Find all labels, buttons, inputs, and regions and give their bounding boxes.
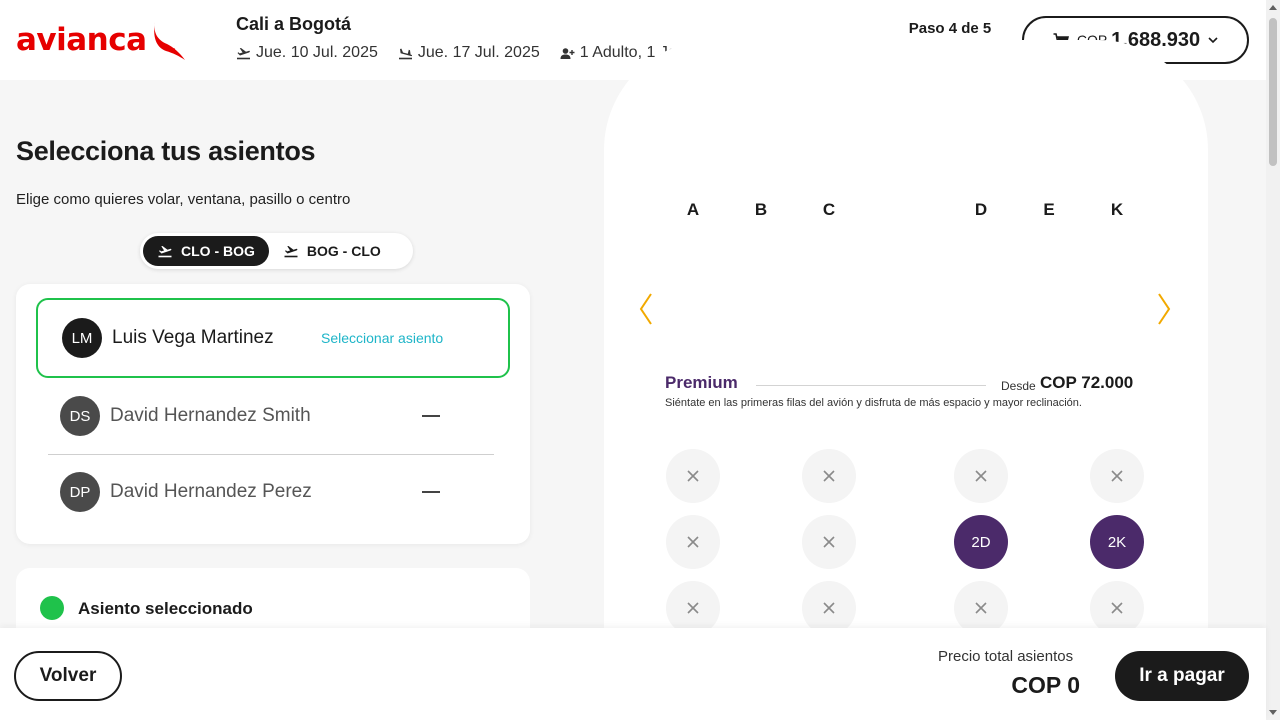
close-icon bbox=[975, 470, 987, 482]
scroll-up-arrow[interactable] bbox=[1269, 5, 1277, 10]
avatar: LM bbox=[62, 318, 102, 358]
pay-button[interactable]: Ir a pagar bbox=[1115, 651, 1249, 701]
bird-logo-icon bbox=[153, 22, 185, 60]
departure-date-item: Jue. 10 Jul. 2025 bbox=[236, 44, 378, 62]
seat-unavailable bbox=[802, 515, 856, 569]
avatar: DP bbox=[60, 472, 100, 512]
divider bbox=[48, 454, 494, 455]
scroll-right-button[interactable] bbox=[1157, 292, 1171, 331]
seat-unavailable bbox=[666, 581, 720, 635]
passenger-item-active[interactable]: LM Luis Vega Martinez Seleccionar asient… bbox=[36, 298, 510, 378]
seat-column-label: E bbox=[1043, 200, 1055, 219]
seat-available[interactable]: 2D bbox=[954, 515, 1008, 569]
total-seats-amount: COP 0 bbox=[1011, 672, 1080, 698]
select-seat-link[interactable]: Seleccionar asiento bbox=[321, 330, 443, 346]
close-icon bbox=[1111, 602, 1123, 614]
page-subtitle: Elige como quieres volar, ventana, pasil… bbox=[16, 191, 351, 208]
selected-seat-dot bbox=[40, 596, 64, 620]
departure-date: Jue. 10 Jul. 2025 bbox=[256, 44, 378, 61]
logo-text: avianca bbox=[16, 22, 147, 58]
close-icon bbox=[823, 536, 835, 548]
passenger-name: Luis Vega Martinez bbox=[112, 327, 274, 348]
plane-landing-icon bbox=[398, 48, 412, 59]
no-seat-dash bbox=[422, 415, 440, 417]
flight-leg-selector: CLO - BOG BOG - CLO bbox=[140, 233, 413, 269]
back-button[interactable]: Volver bbox=[14, 651, 122, 701]
seat-unavailable bbox=[802, 449, 856, 503]
seat-column-label: A bbox=[686, 200, 700, 219]
close-icon bbox=[687, 536, 699, 548]
chevron-right-icon bbox=[1158, 293, 1171, 325]
footer-bar: Volver Precio total asientos COP 0 Ir a … bbox=[0, 628, 1266, 720]
no-seat-dash bbox=[422, 491, 440, 493]
passengers-card: LM Luis Vega Martinez Seleccionar asient… bbox=[16, 284, 530, 544]
cabin-title: Premium bbox=[665, 373, 738, 392]
avianca-logo[interactable]: avianca bbox=[16, 20, 187, 60]
passenger-item[interactable]: DS David Hernandez Smith bbox=[60, 388, 494, 444]
total-seats-label: Precio total asientos bbox=[938, 648, 1074, 665]
close-icon bbox=[687, 470, 699, 482]
seat-unavailable bbox=[1090, 581, 1144, 635]
seat-unavailable bbox=[954, 581, 1008, 635]
seat-unavailable bbox=[666, 449, 720, 503]
cabin-description: Siéntate en las primeras filas del avión… bbox=[665, 397, 1082, 409]
route-title: Cali a Bogotá bbox=[236, 14, 352, 34]
return-date-item: Jue. 17 Jul. 2025 bbox=[398, 44, 540, 62]
seat-column-label: D bbox=[974, 200, 988, 219]
plane-takeoff-icon bbox=[237, 47, 250, 59]
passenger-item[interactable]: DP David Hernandez Perez bbox=[60, 464, 494, 520]
page-title: Selecciona tus asientos bbox=[16, 136, 316, 166]
cabin-from-label: Desde bbox=[1001, 379, 1036, 393]
leg-tab-outbound[interactable]: CLO - BOG bbox=[143, 236, 269, 266]
scroll-down-arrow[interactable] bbox=[1269, 710, 1277, 715]
seat-unavailable bbox=[1090, 449, 1144, 503]
plane-takeoff-icon bbox=[284, 245, 298, 257]
leg-tab-outbound-label: CLO - BOG bbox=[181, 243, 255, 259]
leg-tab-return-label: BOG - CLO bbox=[306, 243, 381, 259]
cabin-divider bbox=[756, 385, 986, 386]
page-scrollbar[interactable] bbox=[1266, 0, 1280, 720]
leg-tab-return[interactable]: BOG - CLO bbox=[269, 236, 395, 266]
close-icon bbox=[975, 602, 987, 614]
seat-column-label: B bbox=[754, 200, 768, 219]
chevron-left-icon bbox=[639, 293, 652, 325]
cabin-price: COP 72.000 bbox=[1040, 373, 1134, 392]
scroll-left-button[interactable] bbox=[639, 292, 653, 331]
scroll-thumb[interactable] bbox=[1269, 18, 1277, 166]
seat-available[interactable]: 2K bbox=[1090, 515, 1144, 569]
passenger-name: David Hernandez Perez bbox=[110, 481, 312, 502]
passengers-icon bbox=[560, 47, 575, 59]
close-icon bbox=[1111, 470, 1123, 482]
avatar: DS bbox=[60, 396, 100, 436]
close-icon bbox=[823, 602, 835, 614]
seat-column-label: K bbox=[1110, 200, 1124, 219]
close-icon bbox=[823, 470, 835, 482]
seat-unavailable bbox=[954, 449, 1008, 503]
return-date: Jue. 17 Jul. 2025 bbox=[417, 44, 540, 61]
seat-unavailable bbox=[802, 581, 856, 635]
passenger-name: David Hernandez Smith bbox=[110, 405, 311, 426]
plane-takeoff-icon bbox=[158, 245, 172, 257]
step-indicator: Paso 4 de 5 bbox=[908, 20, 992, 37]
close-icon bbox=[687, 602, 699, 614]
legend-selected-label: Asiento seleccionado bbox=[78, 599, 253, 618]
chevron-down-icon bbox=[1208, 36, 1218, 43]
seat-column-label: C bbox=[822, 200, 836, 219]
seat-unavailable bbox=[666, 515, 720, 569]
